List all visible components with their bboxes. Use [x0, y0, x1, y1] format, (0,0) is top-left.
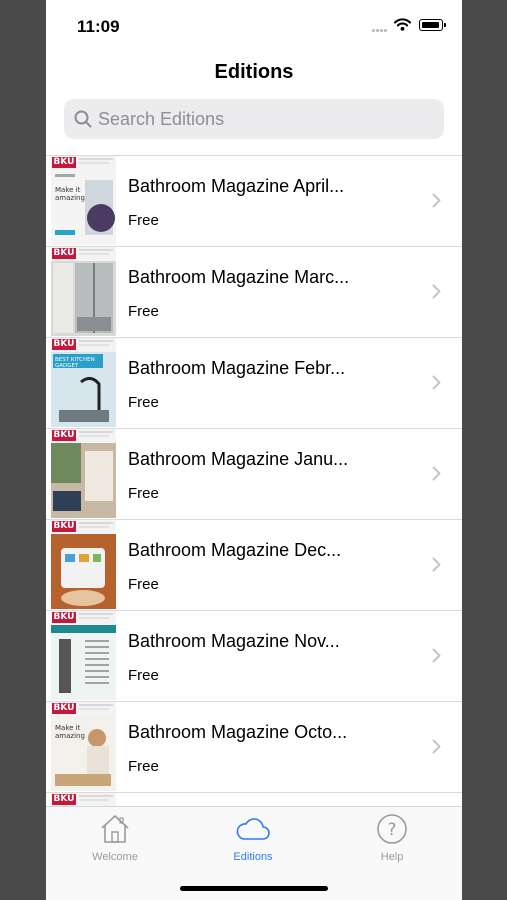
wifi-icon — [394, 18, 411, 36]
edition-title: Bathroom Magazine Janu... — [128, 449, 349, 469]
cloud-icon — [236, 818, 270, 840]
chevron-right-icon — [432, 284, 441, 299]
cover-logo: BKU — [52, 612, 76, 623]
edition-price: Free — [128, 212, 159, 229]
svg-text:amazing: amazing — [55, 194, 85, 202]
edition-title: Bathroom Magazine Febr... — [128, 358, 346, 378]
tab-label: Help — [380, 851, 404, 863]
chevron-right-icon — [432, 193, 441, 208]
edition-title: Bathroom Magazine April... — [128, 176, 345, 196]
phone-screen: 11:09 Editions BKU — [46, 0, 462, 900]
edition-cover-thumbnail: BKU — [51, 429, 116, 518]
page-title: Editions — [214, 61, 294, 83]
chevron-right-icon — [432, 466, 441, 481]
home-indicator[interactable] — [180, 886, 328, 891]
search-bar[interactable] — [64, 99, 444, 139]
edition-title: Bathroom Magazine Marc... — [128, 267, 350, 287]
cover-logo: BKU — [52, 339, 76, 350]
chevron-right-icon — [432, 557, 441, 572]
edition-price: Free — [128, 485, 159, 502]
list-item[interactable]: BKU Bathroom Magazine Marc... Free — [46, 247, 462, 338]
list-item[interactable]: BKU BEST KITCHEN GADGET Bathroom Magazin… — [46, 338, 462, 429]
edition-cover-thumbnail: BKU BEST KITCHEN GADGET — [51, 338, 116, 427]
list-item[interactable]: BKU — [46, 793, 462, 807]
tab-label: Editions — [233, 851, 273, 863]
edition-title: Bathroom Magazine Nov... — [128, 631, 340, 651]
svg-text:Make it: Make it — [55, 724, 81, 732]
cover-logo: BKU — [52, 248, 76, 259]
edition-price: Free — [128, 394, 159, 411]
edition-cover-thumbnail: BKU — [51, 520, 116, 609]
cover-logo: BKU — [52, 521, 76, 532]
list-item[interactable]: BKU Bathroom Magazine Dec... Free — [46, 520, 462, 611]
svg-text:?: ? — [387, 820, 396, 840]
battery-icon — [419, 19, 446, 31]
tab-bar: Welcome Editions ? Help — [46, 806, 462, 900]
svg-text:Make it: Make it — [55, 186, 81, 194]
list-item[interactable]: BKU Bathroom Magazine Janu... Free — [46, 429, 462, 520]
editions-list[interactable]: BKU Make it amazing Bathroom Magazine Ap… — [46, 155, 462, 807]
edition-cover-thumbnail: BKU Make it amazing — [51, 702, 116, 791]
list-item[interactable]: BKU Bathroom Magazine Nov... Free — [46, 611, 462, 702]
tab-help[interactable]: ? Help — [342, 813, 442, 863]
cover-logo: BKU — [52, 430, 76, 441]
chevron-right-icon — [432, 375, 441, 390]
edition-cover-thumbnail: BKU — [51, 611, 116, 700]
cover-logo: BKU — [52, 157, 76, 168]
edition-price: Free — [128, 667, 159, 684]
chevron-right-icon — [432, 739, 441, 754]
status-time: 11:09 — [77, 17, 120, 36]
question-circle-icon: ? — [377, 814, 407, 844]
status-bar: 11:09 — [46, 0, 462, 52]
list-item[interactable]: BKU Make it amazing Bathroom Magazine Ap… — [46, 156, 462, 247]
edition-price: Free — [128, 576, 159, 593]
search-input[interactable] — [98, 108, 418, 130]
svg-text:amazing: amazing — [55, 732, 85, 740]
cover-logo: BKU — [52, 703, 76, 714]
edition-price: Free — [128, 303, 159, 320]
tab-welcome[interactable]: Welcome — [65, 813, 165, 863]
chevron-right-icon — [432, 648, 441, 663]
tab-label: Welcome — [92, 851, 138, 863]
list-item[interactable]: BKU Make it amazing Bathroom Magazine Oc… — [46, 702, 462, 793]
edition-cover-thumbnail: BKU — [51, 247, 116, 336]
search-icon — [74, 110, 92, 128]
edition-cover-thumbnail: BKU Make it amazing — [51, 156, 116, 245]
edition-price: Free — [128, 758, 159, 775]
edition-title: Bathroom Magazine Dec... — [128, 540, 342, 560]
edition-cover-thumbnail: BKU — [51, 793, 116, 807]
edition-title: Bathroom Magazine Octo... — [128, 722, 348, 742]
svg-text:GADGET: GADGET — [55, 363, 79, 369]
cover-logo: BKU — [52, 794, 76, 805]
house-icon — [101, 815, 129, 843]
tab-editions[interactable]: Editions — [203, 813, 303, 863]
signal-dots-icon — [372, 29, 392, 33]
